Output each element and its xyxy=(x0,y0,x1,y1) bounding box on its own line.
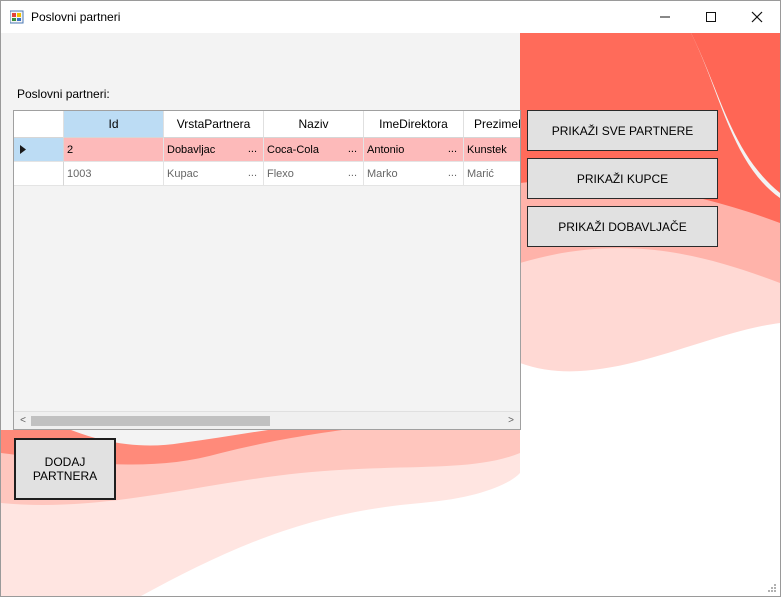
title-bar: Poslovni partneri xyxy=(1,1,780,33)
show-customers-button[interactable]: PRIKAŽI KUPCE xyxy=(527,158,718,199)
cell-text: Flexo xyxy=(267,167,294,180)
maximize-icon xyxy=(706,12,716,22)
cell-prezime-direktora[interactable]: Marić xyxy=(464,162,520,186)
cell-id[interactable]: 2 xyxy=(64,138,164,162)
partners-data-grid[interactable]: Id VrstaPartnera Naziv ImeDirektora Prez… xyxy=(13,110,521,430)
combo-ellipsis[interactable]: ... xyxy=(248,143,257,155)
combo-ellipsis[interactable]: ... xyxy=(248,167,257,179)
add-partner-label-line1: DODAJ xyxy=(44,455,86,469)
main-window: Poslovni partneri Poslovni partneri: Id … xyxy=(0,0,781,597)
show-suppliers-button[interactable]: PRIKAŽI DOBAVLJAČE xyxy=(527,206,718,247)
cell-text: Kupac xyxy=(167,167,199,180)
horizontal-scrollbar[interactable]: < > xyxy=(14,411,520,429)
maximize-button[interactable] xyxy=(688,1,734,33)
cell-text: Marko xyxy=(367,167,398,180)
resize-grip-icon[interactable] xyxy=(767,583,777,593)
cell-text: Antonio xyxy=(367,143,405,156)
close-button[interactable] xyxy=(734,1,780,33)
grid-header: Id VrstaPartnera Naziv ImeDirektora Prez… xyxy=(14,111,520,138)
row-header[interactable] xyxy=(14,138,64,162)
add-partner-label-line2: PARTNERA xyxy=(32,469,98,483)
column-header-id[interactable]: Id xyxy=(64,111,164,138)
close-icon xyxy=(751,11,763,23)
cell-text: Coca-Cola xyxy=(267,143,319,156)
app-window-icon xyxy=(10,10,24,24)
column-header-ime-direktora[interactable]: ImeDirektora xyxy=(364,111,464,138)
cell-vrsta-partnera[interactable]: Kupac... xyxy=(164,162,264,186)
cell-naziv[interactable]: Coca-Cola... xyxy=(264,138,364,162)
show-all-partners-button[interactable]: PRIKAŽI SVE PARTNERE xyxy=(527,110,718,151)
cell-naziv[interactable]: Flexo... xyxy=(264,162,364,186)
combo-ellipsis[interactable]: ... xyxy=(448,143,457,155)
add-partner-button[interactable]: DODAJ PARTNERA xyxy=(14,438,116,500)
combo-ellipsis[interactable]: ... xyxy=(448,167,457,179)
row-pointer-icon xyxy=(20,145,26,154)
cell-text: Dobavljac xyxy=(167,143,216,156)
cell-vrsta-partnera[interactable]: Dobavljac... xyxy=(164,138,264,162)
row-header[interactable] xyxy=(14,162,64,186)
scroll-right-icon[interactable]: > xyxy=(504,414,518,428)
column-header-naziv[interactable]: Naziv xyxy=(264,111,364,138)
table-row[interactable]: 1003 Kupac... Flexo... Marko... Marić xyxy=(14,162,520,186)
cell-ime-direktora[interactable]: Marko... xyxy=(364,162,464,186)
partners-label: Poslovni partneri: xyxy=(17,87,110,101)
window-title: Poslovni partneri xyxy=(31,10,121,24)
cell-prezime-direktora[interactable]: Kunstek xyxy=(464,138,520,162)
minimize-button[interactable] xyxy=(642,1,688,33)
combo-ellipsis[interactable]: ... xyxy=(348,167,357,179)
scroll-left-icon[interactable]: < xyxy=(16,414,30,428)
column-header-prezime-direktora[interactable]: PrezimeD xyxy=(464,111,520,138)
header-corner[interactable] xyxy=(14,111,64,138)
scrollbar-thumb[interactable] xyxy=(31,416,270,426)
table-row-selected[interactable]: 2 Dobavljac... Coca-Cola... Antonio... K… xyxy=(14,138,520,162)
minimize-icon xyxy=(660,16,670,18)
combo-ellipsis[interactable]: ... xyxy=(348,143,357,155)
cell-ime-direktora[interactable]: Antonio... xyxy=(364,138,464,162)
column-header-vrsta-partnera[interactable]: VrstaPartnera xyxy=(164,111,264,138)
cell-id[interactable]: 1003 xyxy=(64,162,164,186)
